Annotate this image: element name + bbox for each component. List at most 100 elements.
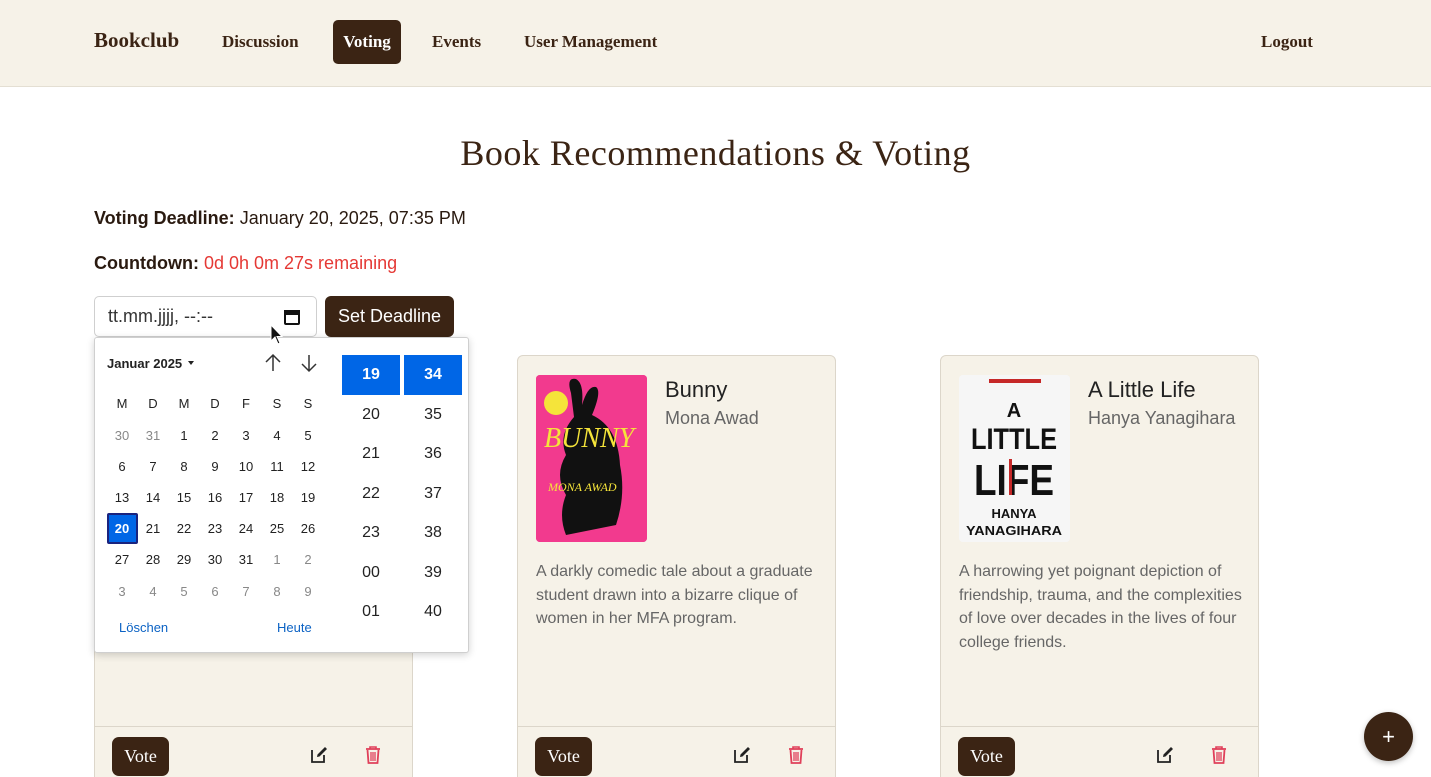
set-deadline-button[interactable]: Set Deadline bbox=[325, 296, 454, 337]
calendar-day[interactable]: 5 bbox=[293, 420, 324, 451]
datetime-picker-popup: Januar 2025 MDMDFSS 30 31 1 2 3 4 5 6 7 8 9 10 11 12 1… bbox=[94, 337, 469, 653]
calendar-day[interactable]: 31 bbox=[231, 544, 262, 575]
minute-column[interactable]: 34 35 36 37 38 39 40 bbox=[404, 355, 462, 632]
calendar-day[interactable]: 17 bbox=[231, 482, 262, 513]
calendar-day[interactable]: 27 bbox=[107, 544, 138, 575]
calendar-day[interactable]: 29 bbox=[169, 544, 200, 575]
card-footer: Vote bbox=[941, 726, 1258, 777]
book-card-a-little-life: A LITTLE LIFE HANYA YANAGIHARA A Little … bbox=[940, 355, 1259, 777]
calendar-day[interactable]: 19 bbox=[293, 482, 324, 513]
calendar-day[interactable]: 22 bbox=[169, 513, 200, 544]
cover-title: BUNNY bbox=[544, 423, 638, 454]
calendar-day[interactable]: 30 bbox=[200, 544, 231, 575]
minute-option[interactable]: 36 bbox=[404, 434, 462, 474]
today-button[interactable]: Heute bbox=[277, 620, 312, 635]
calendar-day[interactable]: 15 bbox=[169, 482, 200, 513]
calendar-day[interactable]: 18 bbox=[262, 482, 293, 513]
calendar-day[interactable]: 1 bbox=[169, 420, 200, 451]
nav-events[interactable]: Events bbox=[422, 20, 491, 64]
vote-button[interactable]: Vote bbox=[958, 737, 1015, 776]
weekday-label: D bbox=[148, 396, 158, 411]
calendar-day[interactable]: 12 bbox=[293, 451, 324, 482]
calendar-day[interactable]: 6 bbox=[107, 451, 138, 482]
calendar-day[interactable]: 3 bbox=[107, 576, 138, 607]
trash-icon[interactable] bbox=[363, 745, 383, 765]
hour-column[interactable]: 19 20 21 22 23 00 01 bbox=[342, 355, 400, 632]
minute-option[interactable]: 35 bbox=[404, 395, 462, 435]
deadline-value: January 20, 2025, 07:35 PM bbox=[239, 208, 466, 228]
arrow-up-icon[interactable] bbox=[262, 352, 284, 374]
minute-option[interactable]: 39 bbox=[404, 553, 462, 593]
calendar-day[interactable]: 4 bbox=[262, 420, 293, 451]
trash-icon[interactable] bbox=[1209, 745, 1229, 765]
calendar-day[interactable]: 16 bbox=[200, 482, 231, 513]
edit-icon[interactable] bbox=[732, 745, 752, 765]
trash-icon[interactable] bbox=[786, 745, 806, 765]
month-selector[interactable]: Januar 2025 bbox=[107, 356, 182, 371]
calendar-day[interactable]: 24 bbox=[231, 513, 262, 544]
hour-option[interactable]: 22 bbox=[342, 474, 400, 514]
edit-icon[interactable] bbox=[309, 745, 329, 765]
calendar-day[interactable]: 10 bbox=[231, 451, 262, 482]
minute-option[interactable]: 40 bbox=[404, 592, 462, 632]
calendar-day[interactable]: 2 bbox=[200, 420, 231, 451]
hour-option[interactable]: 20 bbox=[342, 395, 400, 435]
logout-link[interactable]: Logout bbox=[1251, 20, 1323, 64]
calendar-day[interactable]: 8 bbox=[262, 576, 293, 607]
calendar-day[interactable]: 7 bbox=[231, 576, 262, 607]
calendar-day[interactable]: 31 bbox=[138, 420, 169, 451]
calendar-day[interactable]: 4 bbox=[138, 576, 169, 607]
calendar-day[interactable]: 28 bbox=[138, 544, 169, 575]
book-title: Bunny bbox=[665, 377, 728, 402]
calendar-day[interactable]: 11 bbox=[262, 451, 293, 482]
edit-icon[interactable] bbox=[1155, 745, 1175, 765]
minute-option[interactable]: 34 bbox=[404, 355, 462, 395]
hour-option[interactable]: 19 bbox=[342, 355, 400, 395]
calendar-day[interactable]: 8 bbox=[169, 451, 200, 482]
calendar-day[interactable]: 20 bbox=[106, 513, 138, 544]
svg-text:LIFE: LIFE bbox=[974, 456, 1054, 505]
calendar-day[interactable]: 7 bbox=[138, 451, 169, 482]
countdown-value: 0d 0h 0m 27s remaining bbox=[203, 253, 398, 273]
svg-text:LITTLE: LITTLE bbox=[971, 423, 1057, 456]
hour-option[interactable]: 21 bbox=[342, 434, 400, 474]
nav-user-management[interactable]: User Management bbox=[514, 20, 667, 64]
vote-button[interactable]: Vote bbox=[112, 737, 169, 776]
minute-option[interactable]: 37 bbox=[404, 474, 462, 514]
weekday-label: S bbox=[303, 396, 313, 411]
calendar-day[interactable]: 1 bbox=[262, 544, 293, 575]
calendar-day[interactable]: 30 bbox=[107, 420, 138, 451]
weekday-label: M bbox=[116, 396, 128, 411]
calendar-day[interactable]: 3 bbox=[231, 420, 262, 451]
minute-option[interactable]: 38 bbox=[404, 513, 462, 553]
add-book-button[interactable]: + bbox=[1364, 712, 1413, 761]
arrow-down-icon[interactable] bbox=[298, 352, 320, 374]
calendar-day[interactable]: 2 bbox=[293, 544, 324, 575]
brand-logo[interactable]: Bookclub bbox=[94, 28, 179, 53]
weekday-label: M bbox=[178, 396, 190, 411]
calendar-day[interactable]: 13 bbox=[107, 482, 138, 513]
hour-option[interactable]: 00 bbox=[342, 553, 400, 593]
calendar-day[interactable]: 5 bbox=[169, 576, 200, 607]
hour-option[interactable]: 01 bbox=[342, 592, 400, 632]
calendar-day[interactable]: 9 bbox=[200, 451, 231, 482]
svg-text:A: A bbox=[1007, 400, 1021, 422]
calendar-day[interactable]: 21 bbox=[138, 513, 169, 544]
book-cover-bunny: BUNNY MONA AWAD bbox=[536, 375, 647, 542]
calendar-day[interactable]: 26 bbox=[293, 513, 324, 544]
vote-button[interactable]: Vote bbox=[535, 737, 592, 776]
calendar-day[interactable]: 25 bbox=[262, 513, 293, 544]
calendar-day[interactable]: 14 bbox=[138, 482, 169, 513]
calendar-icon[interactable] bbox=[284, 308, 300, 325]
calendar-day[interactable]: 23 bbox=[200, 513, 231, 544]
calendar-day[interactable]: 9 bbox=[293, 576, 324, 607]
clear-button[interactable]: Löschen bbox=[119, 620, 168, 635]
book-author: Mona Awad bbox=[665, 408, 759, 428]
svg-text:YANAGIHARA: YANAGIHARA bbox=[966, 523, 1063, 538]
nav-discussion[interactable]: Discussion bbox=[212, 20, 309, 64]
hour-option[interactable]: 23 bbox=[342, 513, 400, 553]
caret-down-icon[interactable] bbox=[188, 361, 194, 365]
nav-voting[interactable]: Voting bbox=[333, 20, 401, 64]
card-footer: Vote bbox=[95, 726, 412, 777]
calendar-day[interactable]: 6 bbox=[200, 576, 231, 607]
